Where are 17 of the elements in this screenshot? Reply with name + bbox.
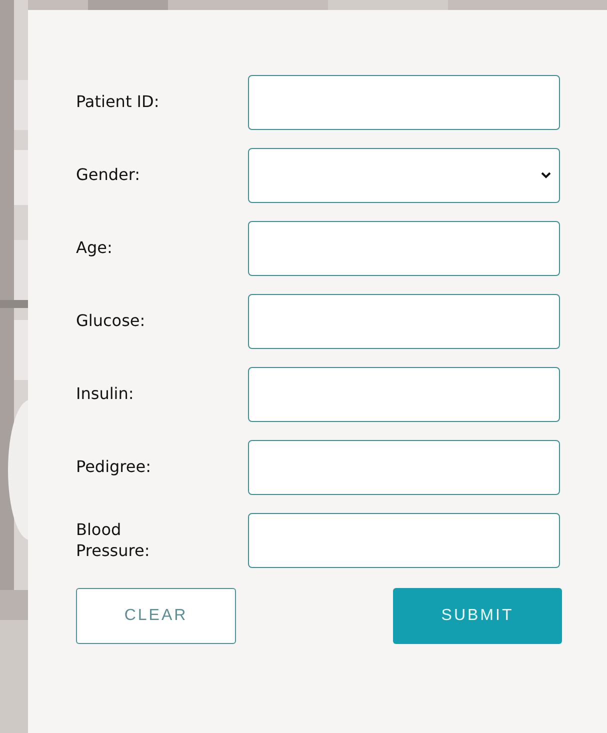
submit-button[interactable]: SUBMIT (393, 588, 562, 644)
field-label: Patient ID: (76, 92, 160, 113)
field-label: Insulin: (76, 384, 135, 405)
field-label: Age: (76, 238, 114, 259)
chevron-down-icon (541, 172, 551, 179)
field-label: Pedigree: (76, 457, 152, 478)
input-field[interactable] (248, 440, 560, 495)
input-field[interactable] (248, 75, 560, 130)
input-field[interactable] (248, 513, 560, 568)
field-label: Gender: (76, 165, 142, 186)
field-label: Glucose: (76, 311, 146, 332)
clear-button[interactable]: CLEAR (76, 588, 236, 644)
input-field[interactable] (248, 221, 560, 276)
input-field[interactable] (248, 367, 560, 422)
select-field[interactable] (248, 148, 560, 203)
input-field[interactable] (248, 294, 560, 349)
field-label: Blood Pressure: (76, 520, 151, 562)
